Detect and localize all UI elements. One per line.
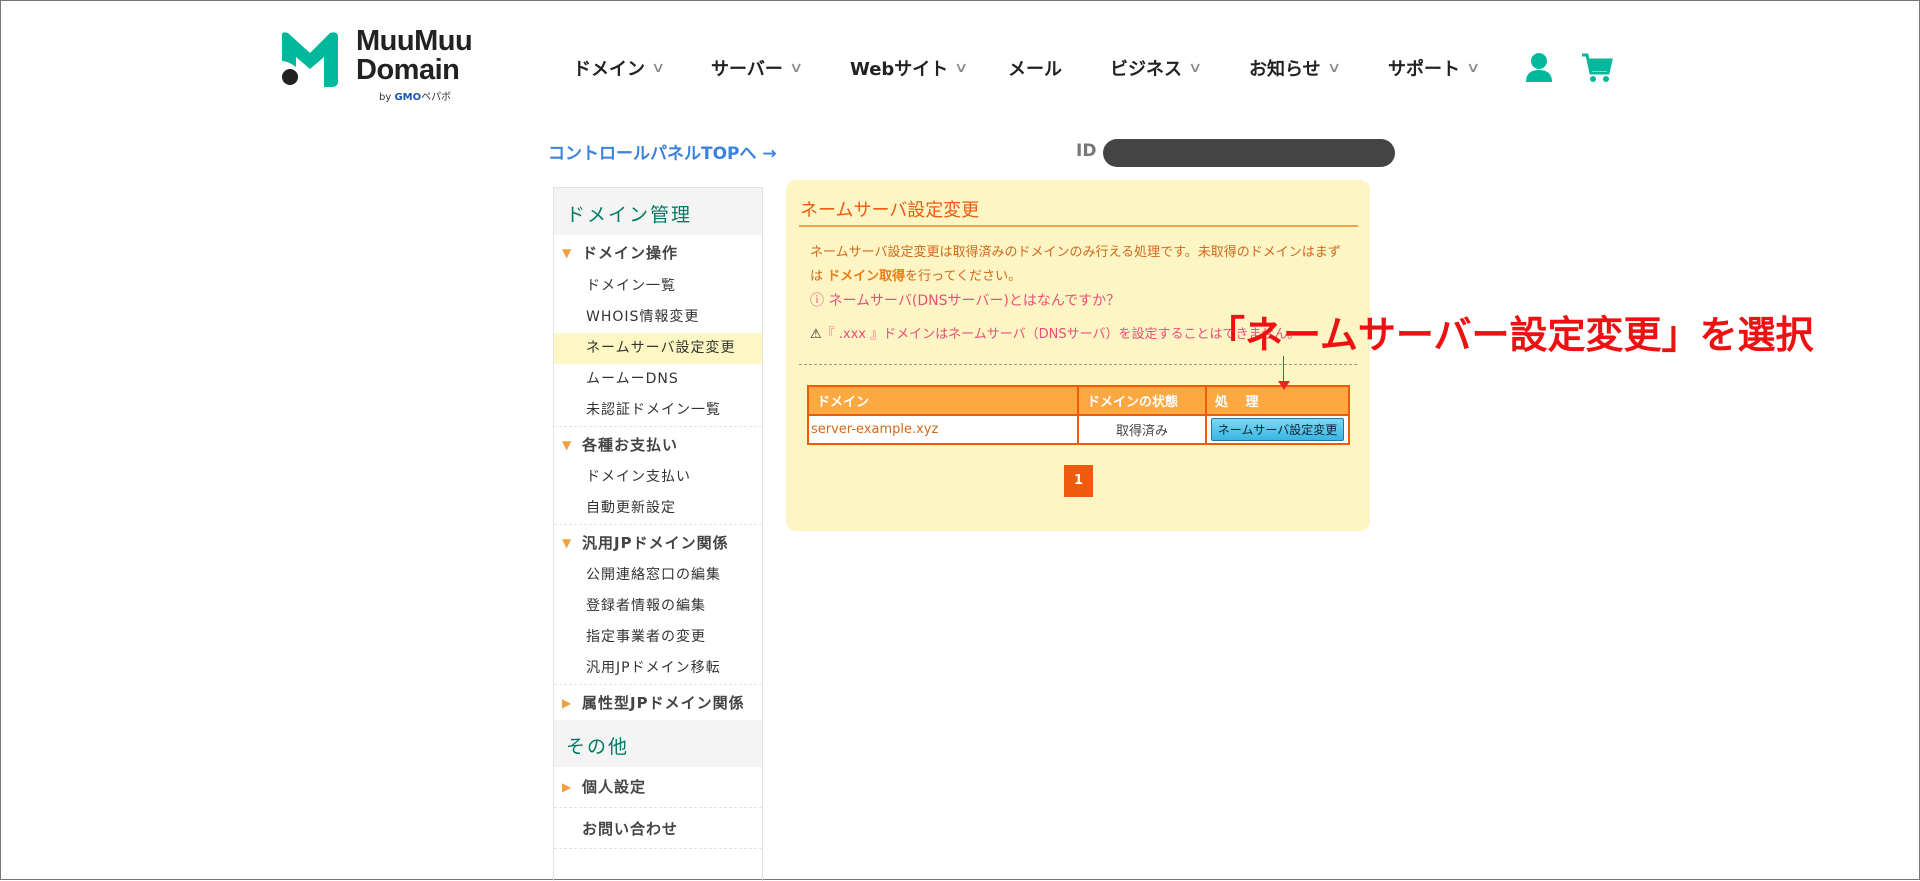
sidebar-item-muumuu-dns[interactable]: ムームーDNS [554,364,762,395]
logo-byline: by GMOペパボ [379,92,452,103]
col-domain: ドメイン [807,385,1079,416]
domain-acquire-link[interactable]: ドメイン取得 [827,269,905,284]
sidebar-heading-domain-management: ドメイン管理 [554,188,762,235]
title-divider [799,225,1358,227]
chevron-down-icon: ∨ [788,60,804,76]
panel-title: ネームサーバ設定変更 [800,200,980,221]
sidebar-item-domain-payment[interactable]: ドメイン支払い [554,462,762,493]
triangle-right-icon: ▶ [562,780,573,794]
chevron-down-icon: ∨ [954,60,969,76]
sidebar-item-public-contact[interactable]: 公開連絡窓口の編集 [554,560,762,591]
triangle-right-icon: ▶ [562,696,573,710]
col-action: 処 理 [1205,385,1350,416]
table-row: server-example.xyz 取得済み ネームサーバ設定変更 [807,414,1350,445]
chevron-down-icon: ∨ [1187,60,1203,76]
status-cell: 取得済み [1077,414,1207,445]
user-icon[interactable] [1525,52,1553,82]
nav-website[interactable]: Webサイト ∨ [850,55,969,81]
chevron-down-icon: ∨ [1465,60,1481,76]
warning-icon: ⚠ [810,327,822,342]
sidebar-item-whois[interactable]: WHOIS情報変更 [554,302,762,333]
domain-cell: server-example.xyz [807,414,1079,445]
muumuu-logo-icon [282,32,338,87]
chevron-down-icon: ∨ [1326,60,1341,76]
sidebar-item-unverified[interactable]: 未認証ドメイン一覧 [554,395,762,426]
nav-support[interactable]: サポート ∨ [1388,55,1481,81]
panel-description: ネームサーバ設定変更は取得済みのドメインのみ行える処理です。未取得のドメインはま… [810,245,1341,284]
sidebar: ドメイン管理 ▼ ドメイン操作 ドメイン一覧 WHOIS情報変更 ネームサーバ設定… [553,187,763,881]
sidebar-item-auto-renew[interactable]: 自動更新設定 [554,493,762,524]
question-icon: ⓘ [810,293,824,309]
col-status: ドメインの状態 [1077,385,1207,416]
nameserver-change-button[interactable]: ネームサーバ設定変更 [1210,418,1345,441]
sidebar-item-domain-list[interactable]: ドメイン一覧 [554,271,762,302]
sidebar-item-contact[interactable]: お問い合わせ [554,807,762,849]
logo-text[interactable]: MuuMuu Domain [356,27,473,85]
sidebar-item-jp-transfer[interactable]: 汎用JPドメイン移転 [554,653,762,684]
sidebar-item-nameserver[interactable]: ネームサーバ設定変更 [554,333,762,364]
dns-help-link[interactable]: ⓘ ネームサーバ(DNSサーバー)とはなんですか？ [810,290,1120,310]
control-panel-top-link[interactable]: コントロールパネルTOPへ → [548,139,777,164]
cart-icon[interactable] [1581,52,1613,84]
nav-news[interactable]: お知らせ ∨ [1249,55,1341,81]
domain-table: ドメイン ドメインの状態処 理 server-example.xyz 取得済み ネ… [807,385,1350,445]
chevron-down-icon: ∨ [650,60,666,76]
nav-domain[interactable]: ドメイン ∨ [573,55,666,81]
sidebar-section-jp-domain[interactable]: ▼ 汎用JPドメイン関係 [554,524,762,560]
triangle-down-icon: ▼ [562,536,573,550]
triangle-down-icon: ▼ [562,246,573,260]
nav-server[interactable]: サーバー ∨ [711,55,804,81]
sidebar-item-designated-agent[interactable]: 指定事業者の変更 [554,622,762,653]
sidebar-section-domain-ops[interactable]: ▼ ドメイン操作 [554,235,762,271]
nav-mail[interactable]: メール [1008,55,1062,81]
sidebar-section-personal[interactable]: ▶ 個人設定 [554,767,762,807]
sidebar-heading-other: その他 [554,720,762,767]
nav-business[interactable]: ビジネス ∨ [1110,55,1203,81]
id-redacted [1103,139,1395,167]
triangle-down-icon: ▼ [562,438,573,452]
sidebar-section-attr-jp[interactable]: ▶ 属性型JPドメイン関係 [554,684,762,720]
arrow-down-icon [1278,381,1290,390]
sidebar-section-payments[interactable]: ▼ 各種お支払い [554,426,762,462]
page-1-button[interactable]: 1 [1064,465,1093,497]
sidebar-item-registrant[interactable]: 登録者情報の編集 [554,591,762,622]
dashed-divider [799,364,1357,365]
annotation-text: 「ネームサーバー設定変更」を選択 [1207,313,1814,357]
